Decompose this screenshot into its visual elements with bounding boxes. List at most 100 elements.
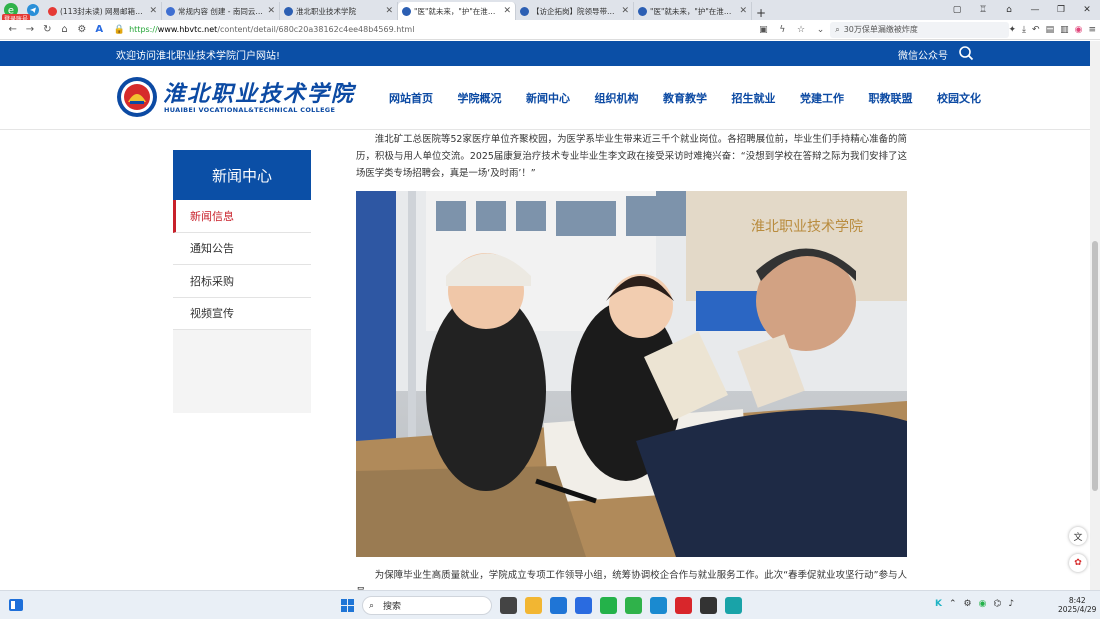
nav-item[interactable]: 组织机构 <box>595 90 639 106</box>
sidebar-item[interactable]: 通知公告 <box>173 232 311 265</box>
shirt-icon[interactable]: ♖ <box>970 5 996 15</box>
browser-app-icon[interactable] <box>625 597 642 614</box>
reload-button[interactable]: ↻ <box>39 24 56 35</box>
browser-tab[interactable]: "医"就未来，"护"在淮北 | 我院✕ <box>398 2 516 20</box>
article-paragraph: 淮北矿工总医院等52家医疗单位齐聚校园，为医学系毕业生带来近三千个就业岗位。各招… <box>356 134 907 179</box>
new-tab-button[interactable]: + <box>752 6 770 20</box>
windows-taskbar: ⌕ 搜索 K ⌃ ⚙ ◉ ⌬ ♪ 8:42 2025/4/29 <box>0 590 1100 619</box>
tab-close-icon[interactable]: ✕ <box>267 6 275 16</box>
forward-button[interactable]: → <box>21 24 38 35</box>
tab-close-icon[interactable]: ✕ <box>739 6 747 16</box>
tab-favicon-icon <box>166 6 175 16</box>
browser-tab[interactable]: "医"就未来，"护"在淮北 | 我院✕ <box>634 2 752 20</box>
tab-favicon-icon <box>48 6 57 16</box>
nav-item[interactable]: 校园文化 <box>937 90 981 106</box>
wechat-tray-icon[interactable]: ◉ <box>979 599 987 609</box>
sidebar-item[interactable]: 视频宣传 <box>173 297 311 330</box>
lock-icon: 🔒 <box>113 24 126 35</box>
nav-item[interactable]: 招生就业 <box>732 90 776 106</box>
browser-tab[interactable]: (113封未读) 网易邮箱6.0版 ✕ <box>44 2 162 20</box>
nav-item[interactable]: 网站首页 <box>389 90 433 106</box>
tab-close-icon[interactable]: ✕ <box>149 6 157 16</box>
wechat-link[interactable]: 微信公众号 <box>898 47 948 62</box>
logo-chinese-name[interactable]: 淮北职业技术学院 <box>163 76 355 108</box>
back-button[interactable]: ← <box>4 24 21 35</box>
volume-icon[interactable]: ♪ <box>1008 599 1014 609</box>
browser-tab[interactable]: 淮北职业技术学院 ✕ <box>280 2 398 20</box>
clock-time: 8:42 <box>1068 596 1086 605</box>
taskbar-search[interactable]: ⌕ 搜索 <box>362 596 492 615</box>
browser-tab[interactable]: 【访企拓岗】院领导带队开展✕ <box>516 2 634 20</box>
tab-close-icon[interactable]: ✕ <box>621 6 629 16</box>
close-window-button[interactable]: ✕ <box>1074 5 1100 15</box>
sidebar-title: 新闻中心 <box>173 150 311 200</box>
folder-icon[interactable] <box>525 597 542 614</box>
site-header: 淮北职业技术学院 HUAIBEI VOCATIONAL&TECHNICAL CO… <box>0 66 1090 130</box>
ai-app-icon[interactable] <box>575 597 592 614</box>
assistant-icon[interactable]: ✿ <box>1069 554 1087 572</box>
edge-icon[interactable] <box>650 597 667 614</box>
college-emblem-icon[interactable] <box>116 76 158 118</box>
minimize-button[interactable]: — <box>1022 5 1048 15</box>
url-field[interactable]: 🔒 https://www.hbvtc.net/content/detail/6… <box>114 22 753 38</box>
tab-title: 【访企拓岗】院领导带队开展 <box>532 6 618 16</box>
sidebar-item[interactable]: 新闻信息 <box>173 200 311 233</box>
network-icon[interactable]: ⌬ <box>993 599 1001 609</box>
sidebar-toggle-icon[interactable]: ▥ <box>1060 25 1069 35</box>
url-protocol: https:// <box>129 25 158 34</box>
dropdown-icon[interactable]: ⌄ <box>817 25 825 35</box>
settings-gear-icon[interactable]: ⚙ <box>964 599 972 609</box>
color-wheel-icon[interactable]: ◉ <box>1075 25 1083 35</box>
translate-icon[interactable]: 文 <box>1069 527 1087 545</box>
home-icon[interactable]: ⌂ <box>56 24 73 35</box>
tab-favicon-icon <box>638 6 647 16</box>
k-app-icon[interactable]: K <box>935 599 942 609</box>
ai-icon[interactable]: A <box>91 24 108 35</box>
site-settings-icon[interactable]: ⚙ <box>73 24 90 35</box>
wps-icon[interactable] <box>675 597 692 614</box>
browser-tab-bar: e (113封未读) 网易邮箱6.0版 ✕ 常规内容 创建 - 南同云政务 ✕ 淮北职业… <box>0 0 1100 20</box>
site-top-bar: 欢迎访问淮北职业技术学院门户网站! 微信公众号 <box>0 41 1090 66</box>
tray-expand-icon[interactable]: ⌃ <box>949 599 957 609</box>
nav-item[interactable]: 职教联盟 <box>869 90 913 106</box>
site-search-icon[interactable] <box>958 45 974 61</box>
extension-icon[interactable]: ✦ <box>1009 25 1017 35</box>
url-path: /content/detail/680c20a38162c4ee48b4569.… <box>217 25 415 34</box>
search-placeholder: 30万保单漏缴被炸度 <box>843 25 918 34</box>
bookmark-icon[interactable]: ☆ <box>797 25 805 35</box>
nav-item[interactable]: 新闻中心 <box>526 90 570 106</box>
address-bar: ← → ↻ ⌂ ⚙ A 🔒 https://www.hbvtc.net/cont… <box>0 20 1100 40</box>
browser-tab[interactable]: 常规内容 创建 - 南同云政务 ✕ <box>162 2 280 20</box>
tab-count-icon[interactable]: ▢ <box>944 5 970 15</box>
widgets-icon[interactable] <box>9 599 23 611</box>
clock-date: 2025/4/29 <box>1058 605 1097 614</box>
nav-item[interactable]: 教育教学 <box>663 90 707 106</box>
news-sidebar: 新闻中心 新闻信息 通知公告 招标采购 视频宣传 <box>173 150 311 413</box>
search-icon: ⌕ <box>369 600 375 611</box>
tab-close-icon[interactable]: ✕ <box>503 6 511 16</box>
sidebar-item[interactable]: 招标采购 <box>173 265 311 298</box>
screenshot-app-icon[interactable] <box>700 597 717 614</box>
tab-close-icon[interactable]: ✕ <box>385 6 393 16</box>
windows-start-icon[interactable] <box>341 599 354 612</box>
nav-item[interactable]: 学院概况 <box>458 90 502 106</box>
lock-icon[interactable]: ⌂ <box>996 5 1022 15</box>
nav-item[interactable]: 党建工作 <box>800 90 844 106</box>
scrollbar-thumb[interactable] <box>1092 241 1098 491</box>
download-icon[interactable]: ⤓ <box>1022 25 1026 35</box>
taskview-icon[interactable] <box>500 597 517 614</box>
restore-button[interactable]: ❐ <box>1048 5 1074 15</box>
taskbar-search-label: 搜索 <box>383 602 402 612</box>
toolbox-icon[interactable]: ▤ <box>1046 25 1055 35</box>
store-icon[interactable] <box>550 597 567 614</box>
undo-icon[interactable]: ↶ <box>1032 25 1040 35</box>
page-scrollbar[interactable] <box>1090 41 1100 590</box>
tab-title: "医"就未来，"护"在淮北 | 我院 <box>650 6 737 16</box>
wechat-app-icon[interactable] <box>600 597 617 614</box>
search-input[interactable]: ⌕ 30万保单漏缴被炸度 <box>830 21 1009 38</box>
taskbar-clock[interactable]: 8:42 2025/4/29 <box>1058 596 1096 614</box>
calculator-icon[interactable] <box>725 597 742 614</box>
lightning-icon[interactable]: ϟ <box>779 25 785 35</box>
menu-icon[interactable]: ≡ <box>1088 25 1096 35</box>
screenshot-icon[interactable]: ▣ <box>759 25 768 35</box>
